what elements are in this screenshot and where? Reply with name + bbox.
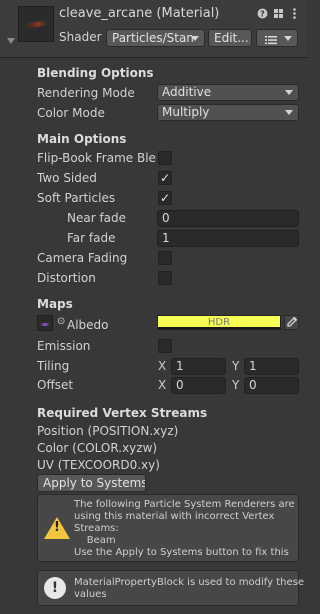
two-sided-checkbox[interactable]: ✓ [158, 171, 172, 185]
soft-particles-checkbox[interactable]: ✓ [158, 191, 172, 205]
warning-exclamation: ! [54, 520, 60, 535]
offset-x-label: X [158, 378, 167, 392]
kebab-menu-icon[interactable] [289, 8, 300, 19]
warning-line: Beam [74, 535, 116, 546]
offset-y-field[interactable]: 0 [244, 377, 299, 394]
svg-text:?: ? [260, 10, 265, 19]
emission-checkbox[interactable] [158, 339, 172, 353]
apply-to-systems-button[interactable]: Apply to Systems [37, 474, 146, 492]
edit-shader-button[interactable]: Edit... [208, 29, 252, 47]
object-picker-icon[interactable]: ⊙ [57, 316, 65, 327]
camera-fading-label: Camera Fading [37, 251, 128, 265]
albedo-label: Albedo [67, 318, 109, 332]
preset-icon[interactable] [273, 8, 284, 19]
near-fade-label: Near fade [67, 211, 127, 225]
distortion-checkbox[interactable] [158, 271, 172, 285]
preview-streak [24, 20, 48, 29]
vertex-streams-warning: ! The following Particle System Renderer… [37, 494, 299, 562]
foldout-arrow-icon[interactable] [7, 38, 15, 44]
color-mode-dropdown[interactable]: Multiply [157, 104, 299, 121]
vertex-stream-item: UV (TEXCOORD0.xy) [37, 458, 160, 472]
maps-heading: Maps [37, 297, 73, 311]
material-title: cleave_arcane (Material) [59, 6, 220, 21]
flipbook-blending-label: Flip-Book Frame Blen [37, 151, 157, 165]
soft-particles-label: Soft Particles [37, 191, 116, 205]
chevron-down-icon [284, 36, 292, 41]
shader-label: Shader [59, 30, 102, 44]
eyedropper-icon [287, 316, 298, 327]
albedo-texture-preview [40, 323, 50, 326]
rendering-mode-value: Additive [162, 85, 212, 99]
vertex-streams-heading: Required Vertex Streams [37, 406, 208, 420]
two-sided-label: Two Sided [37, 171, 97, 185]
main-options-heading: Main Options [37, 132, 127, 146]
shader-dropdown[interactable]: Particles/Stan [106, 29, 205, 47]
tiling-y-field[interactable]: 1 [244, 358, 299, 375]
tiling-label: Tiling [37, 359, 70, 373]
chevron-down-icon [285, 110, 293, 115]
offset-x-field[interactable]: 0 [171, 377, 226, 394]
eyedropper-button[interactable] [284, 315, 299, 330]
info-line: values [74, 589, 107, 600]
far-fade-label: Far fade [67, 231, 116, 245]
chevron-down-icon [191, 36, 199, 41]
tiling-x-label: X [158, 359, 167, 373]
help-icon[interactable]: ? [257, 8, 268, 19]
far-fade-field[interactable]: 1 [157, 230, 299, 247]
warning-line: Streams: [74, 523, 119, 534]
warning-line: Use the Apply to Systems button to fix t… [74, 547, 289, 558]
vertex-stream-item: Position (POSITION.xyz) [37, 424, 179, 438]
albedo-texture-slot[interactable] [37, 315, 53, 331]
info-line: MaterialPropertyBlock is used to modify … [74, 577, 304, 588]
distortion-label: Distortion [37, 271, 96, 285]
material-property-block-info: ! MaterialPropertyBlock is used to modif… [37, 570, 304, 606]
chevron-down-icon [285, 90, 293, 95]
near-fade-field[interactable]: 0 [157, 210, 299, 227]
shader-list-button[interactable] [256, 29, 298, 47]
info-icon: ! [44, 577, 66, 599]
vertex-stream-item: Color (COLOR.xyzw) [37, 441, 158, 455]
material-header: cleave_arcane (Material) ? Shader Partic… [0, 0, 307, 58]
tiling-y-label: Y [232, 359, 240, 373]
blending-options-heading: Blending Options [37, 66, 154, 80]
rendering-mode-label: Rendering Mode [37, 86, 135, 100]
color-alpha-bar [158, 327, 280, 329]
color-mode-value: Multiply [162, 105, 210, 119]
albedo-color-field[interactable]: HDR [157, 315, 281, 330]
material-preview-thumbnail[interactable] [18, 6, 54, 42]
color-mode-label: Color Mode [37, 106, 105, 120]
warning-line: The following Particle System Renderers … [74, 499, 295, 510]
shader-value: Particles/Stan [112, 31, 194, 45]
camera-fading-checkbox[interactable] [158, 251, 172, 265]
offset-y-label: Y [232, 378, 240, 392]
offset-label: Offset [37, 378, 74, 392]
tiling-x-field[interactable]: 1 [171, 358, 226, 375]
rendering-mode-dropdown[interactable]: Additive [157, 84, 299, 101]
emission-label: Emission [37, 339, 91, 353]
flipbook-blending-checkbox[interactable] [158, 151, 172, 165]
list-icon [265, 33, 277, 46]
warning-line: using this material with incorrect Verte… [74, 511, 275, 522]
